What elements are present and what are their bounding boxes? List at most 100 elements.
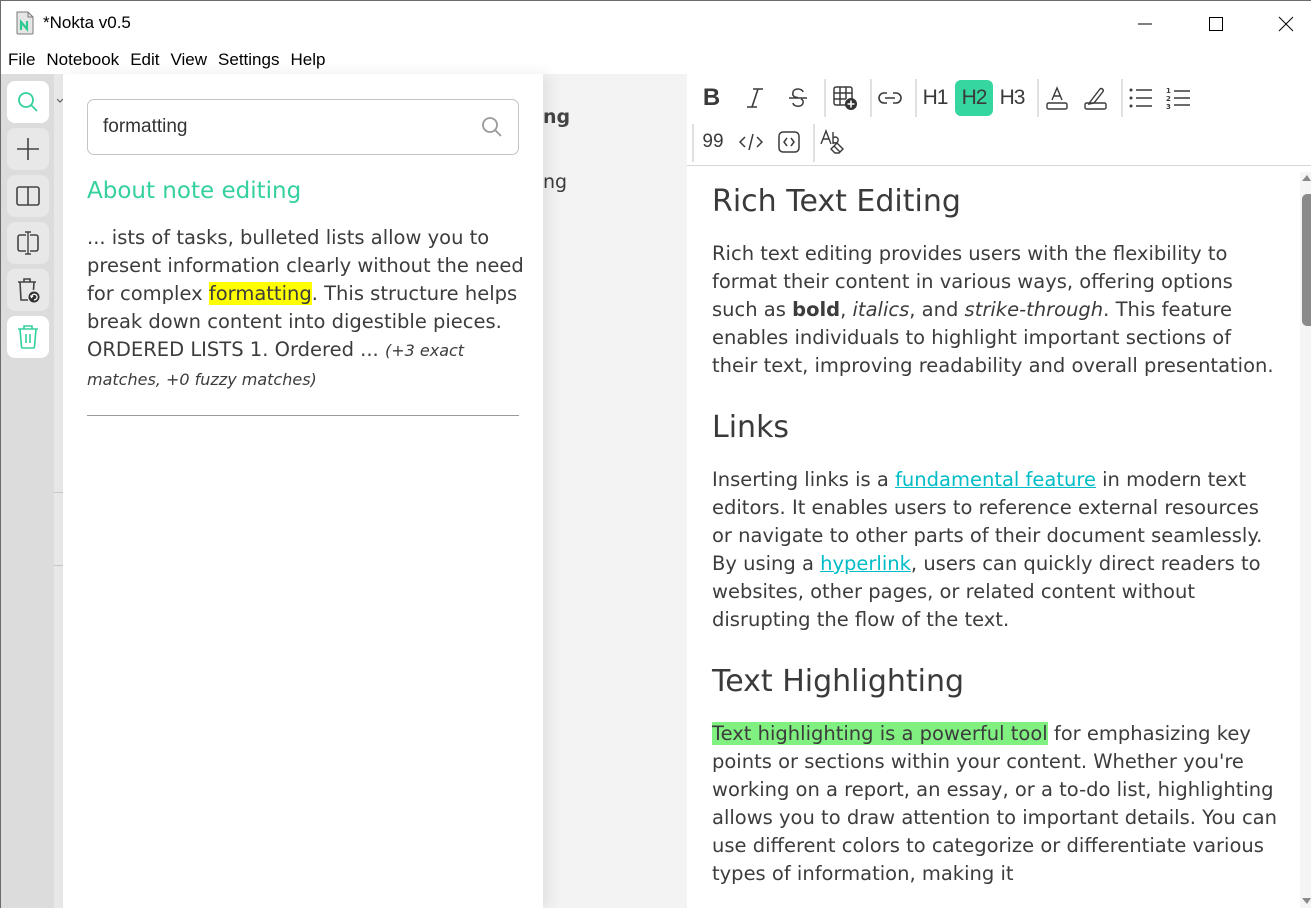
italic-icon — [747, 88, 763, 108]
note-list-divider — [54, 565, 63, 566]
heading-2-button[interactable]: H2 — [955, 80, 993, 116]
bold-button[interactable]: B — [693, 80, 729, 116]
text-run: Inserting links is a — [712, 468, 896, 491]
toolbar-separator — [692, 124, 694, 162]
svg-text:2: 2 — [1166, 95, 1171, 103]
h2-label: H2 — [961, 86, 988, 109]
scroll-up-arrow-icon[interactable] — [1302, 175, 1311, 181]
strikethrough-icon — [789, 88, 807, 107]
inline-code-button[interactable] — [733, 124, 769, 160]
snippet-match-highlight: formatting — [208, 282, 312, 305]
maximize-icon — [1209, 17, 1223, 31]
search-icon[interactable] — [480, 115, 504, 139]
hyperlink[interactable]: fundamental feature — [895, 468, 1096, 491]
heading-1-button[interactable]: H1 — [917, 80, 953, 116]
strikethrough-label-text: strike-through — [964, 298, 1104, 321]
text-color-button[interactable] — [1039, 80, 1075, 116]
section-heading: Rich Text Editing — [712, 184, 961, 219]
insert-table-button[interactable] — [827, 80, 863, 116]
code-icon — [738, 133, 764, 151]
search-result-title[interactable]: About note editing — [87, 178, 301, 204]
new-note-button[interactable] — [7, 128, 49, 170]
menu-notebook[interactable]: Notebook — [46, 50, 119, 70]
code-block-icon — [778, 131, 800, 153]
ordered-list-button[interactable]: 123 — [1161, 80, 1197, 116]
minimize-icon — [1138, 23, 1152, 25]
clear-formatting-icon — [820, 129, 844, 154]
heading-3-button[interactable]: H3 — [994, 80, 1030, 116]
scroll-down-arrow-icon[interactable] — [1302, 898, 1311, 904]
text-color-icon — [1046, 86, 1068, 110]
editor-pane: B H1 H2 H3 1 2 3 99 Rich Text Editing Ri… — [687, 74, 1311, 908]
svg-text:3: 3 — [1166, 103, 1171, 110]
h3-label: H3 — [999, 86, 1026, 109]
section-heading: Text Highlighting — [712, 664, 965, 699]
restore-trash-button[interactable] — [7, 269, 49, 311]
highlighter-icon — [1084, 87, 1107, 110]
paragraph: Inserting links is a fundamental feature… — [712, 466, 1282, 634]
hyperlink[interactable]: hyperlink — [820, 552, 911, 575]
bullet-list-icon — [1129, 88, 1152, 108]
ordered-list-icon: 123 — [1166, 87, 1190, 110]
search-box — [87, 99, 519, 155]
insert-link-button[interactable] — [872, 80, 908, 116]
menu-help[interactable]: Help — [290, 50, 325, 70]
note-list-item-title[interactable]: ng — [543, 106, 573, 128]
paragraph: Text highlighting is a powerful tool for… — [712, 720, 1282, 888]
split-view-icon — [17, 231, 39, 255]
maximize-button[interactable] — [1193, 1, 1239, 47]
menu-file[interactable]: File — [8, 50, 35, 70]
menu-view[interactable]: View — [170, 50, 207, 70]
trash-restore-icon — [18, 278, 40, 303]
close-icon — [1278, 16, 1294, 32]
blockquote-button[interactable]: 99 — [695, 124, 731, 160]
h1-label: H1 — [922, 86, 949, 109]
quote-icon: 99 — [702, 131, 724, 152]
note-list-edge — [54, 74, 63, 908]
note-list-divider — [54, 492, 63, 493]
book-open-icon — [16, 186, 40, 206]
text-run: for emphasizing key points or sections w… — [712, 722, 1277, 885]
menu-edit[interactable]: Edit — [130, 50, 159, 70]
minimize-button[interactable] — [1122, 1, 1168, 47]
sidebar-rail — [0, 74, 54, 908]
document-content[interactable]: Rich Text Editing Rich text editing prov… — [712, 182, 1282, 908]
svg-text:1: 1 — [1166, 87, 1171, 95]
bold-icon: B — [702, 84, 720, 111]
trash-icon — [18, 325, 38, 349]
link-icon — [878, 92, 902, 104]
scroll-thumb[interactable] — [1302, 194, 1311, 326]
search-result-snippet[interactable]: ... ists of tasks, bulleted lists allow … — [87, 224, 527, 394]
close-button[interactable] — [1263, 1, 1309, 47]
split-view-button[interactable] — [7, 222, 49, 264]
search-icon — [18, 92, 38, 112]
bullet-list-button[interactable] — [1123, 80, 1159, 116]
text-run: , — [840, 298, 853, 321]
result-divider — [87, 415, 519, 416]
section-heading: Links — [712, 410, 790, 445]
toolbar-separator — [824, 79, 826, 117]
paragraph: Rich text editing provides users with th… — [712, 240, 1282, 380]
highlighted-text: Text highlighting is a powerful tool — [712, 722, 1048, 745]
highlight-button[interactable] — [1077, 80, 1113, 116]
clear-formatting-button[interactable] — [815, 124, 851, 160]
strikethrough-button[interactable] — [780, 80, 816, 116]
trash-button[interactable] — [7, 316, 49, 358]
search-button[interactable] — [7, 81, 49, 123]
title-bar: *Nokta v0.5 — [0, 0, 1311, 46]
bold-text: bold — [792, 298, 841, 321]
formatting-toolbar: B H1 H2 H3 1 2 3 99 — [687, 74, 1311, 166]
menu-bar: File Notebook Edit View Settings Help — [0, 46, 1311, 74]
italic-text: italics — [852, 298, 910, 321]
search-panel: About note editing ... ists of tasks, bu… — [63, 74, 543, 908]
editor-scrollbar[interactable] — [1300, 172, 1311, 908]
menu-settings[interactable]: Settings — [218, 50, 279, 70]
table-add-icon — [833, 86, 857, 110]
plus-icon — [17, 138, 39, 160]
text-run: , and — [909, 298, 965, 321]
search-input[interactable] — [103, 100, 473, 154]
notebooks-button[interactable] — [7, 175, 49, 217]
code-block-button[interactable] — [771, 124, 807, 160]
note-list-item-title[interactable]: ng — [543, 171, 573, 193]
italic-button[interactable] — [737, 80, 773, 116]
